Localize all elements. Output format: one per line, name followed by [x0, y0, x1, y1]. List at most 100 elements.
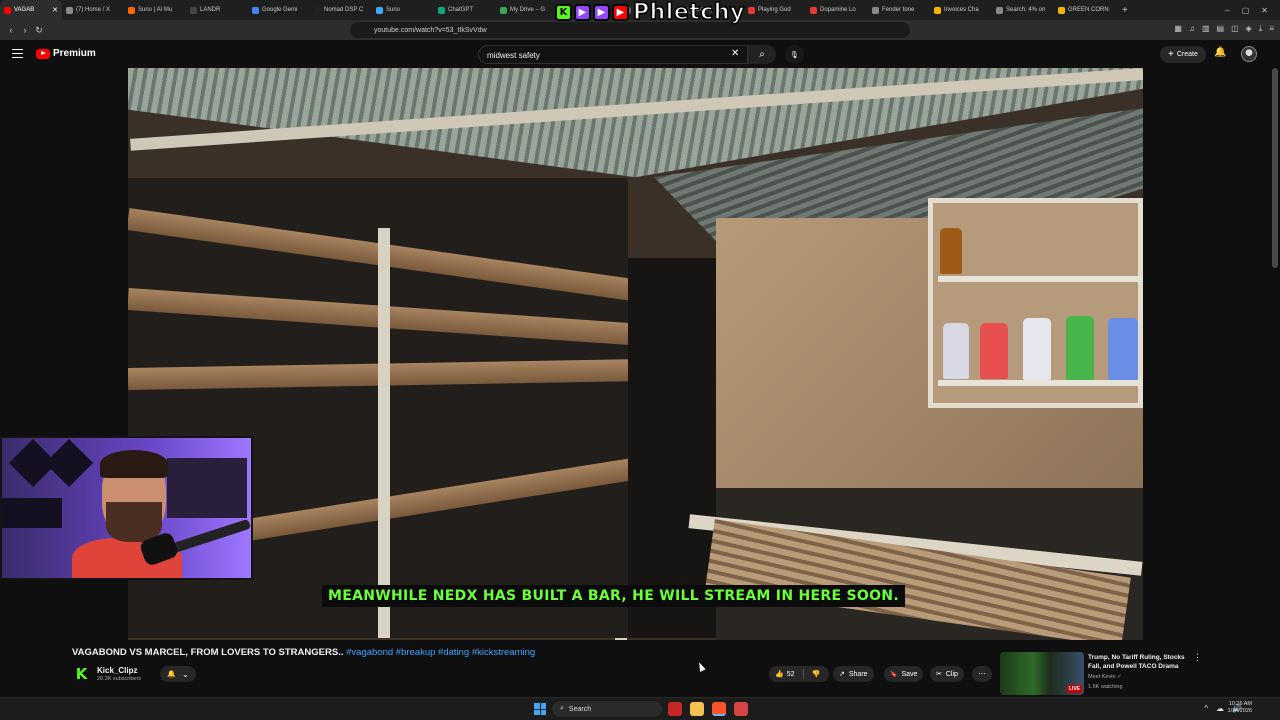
music-icon[interactable]: ♫	[1189, 24, 1195, 34]
browser-toolbar-icons: ▦ ♫ ▥ ▤ ◫ ◈ ⤓ ≡	[1174, 24, 1274, 34]
windows-taskbar: ⌕ Search ^ ☁ 🔊 10:26 AM 1/14/2026	[0, 697, 1280, 720]
extension-icon[interactable]: ▦	[1174, 24, 1182, 34]
like-button[interactable]: 👍 52	[775, 670, 795, 679]
new-tab-icon[interactable]: +	[1116, 5, 1134, 16]
browser-tab[interactable]: Dopamine Lo	[806, 0, 868, 20]
taskbar-clock[interactable]: 10:26 AM 1/14/2026	[1228, 701, 1252, 715]
tab-label: My Drive – G	[510, 7, 546, 13]
browser-tab[interactable]: Playing God	[744, 0, 806, 20]
dislike-button[interactable]: 👎	[812, 670, 821, 678]
network-icon[interactable]: ☁	[1216, 704, 1224, 713]
browser-tab[interactable]: GREEN CORN	[1054, 0, 1116, 20]
tab-label: Google Gemi	[262, 7, 298, 13]
share-button[interactable]: ↗ Share	[833, 666, 874, 682]
webcam-acoustic-panel	[2, 498, 62, 528]
save-icon: 🔖	[890, 671, 898, 678]
wallet-icon[interactable]: ◫	[1231, 24, 1239, 34]
clear-search-icon[interactable]: ✕	[731, 48, 739, 59]
tab-favicon-icon	[190, 6, 197, 14]
minimize-window-icon[interactable]: –	[1225, 6, 1229, 15]
recommended-video-title[interactable]: Trump, No Tariff Ruling, Stocks Fall, an…	[1088, 653, 1188, 671]
browser-tab[interactable]: Search: 4% on	[992, 0, 1054, 20]
sidebar-icon[interactable]: ▥	[1202, 24, 1210, 34]
video-player[interactable]: MEANWHILE NEDX HAS BUILT A BAR, HE WILL …	[128, 68, 1143, 640]
browser-tab[interactable]: Fender tone	[868, 0, 930, 20]
tab-label: Dopamine Lo	[820, 7, 856, 13]
hamburger-menu-icon[interactable]	[12, 49, 23, 58]
overlay-brand-text: Phletchy	[632, 0, 745, 25]
browser-menu-icon[interactable]: ≡	[1269, 24, 1274, 34]
page-scrollbar[interactable]	[1272, 68, 1278, 268]
voice-search-button[interactable]: 🎙	[785, 45, 804, 64]
maximize-window-icon[interactable]: ▢	[1242, 6, 1250, 15]
youtube-play-icon	[36, 48, 50, 59]
clip-button[interactable]: ✂ Clip	[930, 666, 964, 682]
taskbar-app-grid-icon[interactable]	[734, 702, 748, 716]
search-icon: ⌕	[560, 705, 564, 712]
taskbar-search-box[interactable]: ⌕ Search	[552, 701, 662, 717]
recommended-video-thumbnail[interactable]: LIVE	[1000, 652, 1084, 695]
video-title: VAGABOND VS MARCEL, FROM LOVERS TO STRAN…	[72, 647, 535, 658]
like-count: 52	[786, 670, 795, 678]
browser-tab[interactable]: Nomad DSP C	[310, 0, 372, 20]
streamer-overlay-logo: K ▶ ▶ ▶ Phletchy	[555, 0, 745, 25]
window-controls: – ▢ ✕	[1225, 6, 1280, 15]
create-button[interactable]: + Create	[1160, 46, 1206, 63]
back-icon[interactable]: ‹	[4, 25, 18, 35]
video-hashtags[interactable]: #vagabond #breakup #dating #kickstreamin…	[343, 647, 535, 658]
channel-avatar[interactable]: K	[73, 665, 90, 683]
show-hidden-icons-icon[interactable]: ^	[1204, 704, 1208, 713]
channel-name[interactable]: Kick_Clipz	[97, 666, 137, 675]
video-frame-bottle	[980, 323, 1008, 379]
file-explorer-icon[interactable]	[690, 702, 704, 716]
taskbar-app-red-icon[interactable]	[668, 702, 682, 716]
download-icon[interactable]: ⤓	[1259, 24, 1263, 34]
search-icon: ⌕	[759, 49, 765, 60]
url-text: youtube.com/watch?v=53_tIkSvVdw	[374, 26, 487, 34]
tabs-icon[interactable]: ▤	[1217, 24, 1225, 34]
browser-tab[interactable]: ChatGPT	[434, 0, 496, 20]
video-frame-bottle	[1023, 318, 1051, 380]
browser-tab[interactable]: VAGAB ✕	[0, 0, 62, 20]
tab-favicon-icon	[314, 6, 321, 14]
scissors-icon: ✂	[936, 671, 942, 678]
browser-tab[interactable]: Suno | AI Mu	[124, 0, 186, 20]
search-button[interactable]: ⌕	[748, 45, 776, 64]
tab-favicon-icon	[128, 6, 135, 14]
browser-tab[interactable]: LANDR	[186, 0, 248, 20]
streamer-webcam	[0, 436, 253, 580]
search-input[interactable]: midwest safety	[478, 45, 748, 64]
video-frame-post	[378, 228, 390, 638]
live-badge: LIVE	[1066, 685, 1082, 693]
save-button[interactable]: 🔖 Save	[884, 666, 924, 682]
reload-icon[interactable]: ↻	[32, 25, 46, 36]
browser-tab[interactable]: Suno	[372, 0, 434, 20]
youtube-logo[interactable]: Premium	[36, 48, 96, 59]
more-actions-button[interactable]: ⋯	[972, 666, 992, 682]
vpn-icon[interactable]: ◈	[1246, 24, 1252, 34]
recommended-video-channel[interactable]: Meet Kevin ✓	[1088, 674, 1122, 680]
brave-browser-icon[interactable]	[712, 702, 726, 716]
video-title-text: VAGABOND VS MARCEL, FROM LOVERS TO STRAN…	[72, 647, 344, 658]
browser-tab[interactable]: (7) Home / X	[62, 0, 124, 20]
account-avatar[interactable]	[1241, 46, 1257, 62]
browser-tab[interactable]: Google Gemi	[248, 0, 310, 20]
windows-start-icon[interactable]	[534, 703, 546, 715]
mouse-cursor-icon	[696, 661, 706, 672]
clock-date: 1/14/2026	[1227, 708, 1252, 714]
notifications-bell-icon[interactable]: 🔔	[1214, 47, 1226, 58]
video-frame-doorway	[628, 258, 718, 638]
recommended-video-viewers: 1.6K watching	[1088, 684, 1123, 690]
webcam-acoustic-panel	[44, 438, 94, 488]
tab-close-icon[interactable]: ✕	[52, 6, 58, 14]
video-frame-shelf-board	[938, 276, 1143, 282]
close-window-icon[interactable]: ✕	[1261, 6, 1268, 15]
plus-icon: +	[1168, 49, 1174, 60]
browser-tab[interactable]: My Drive – G	[496, 0, 558, 20]
browser-tab[interactable]: Invoices Cha	[930, 0, 992, 20]
more-vertical-icon[interactable]: ⋮	[1193, 652, 1202, 663]
url-field[interactable]: youtube.com/watch?v=53_tIkSvVdw	[350, 22, 910, 38]
forward-icon[interactable]: ›	[18, 25, 32, 35]
save-label: Save	[901, 670, 918, 678]
subscribed-button[interactable]: 🔔 ⌄	[160, 666, 196, 682]
